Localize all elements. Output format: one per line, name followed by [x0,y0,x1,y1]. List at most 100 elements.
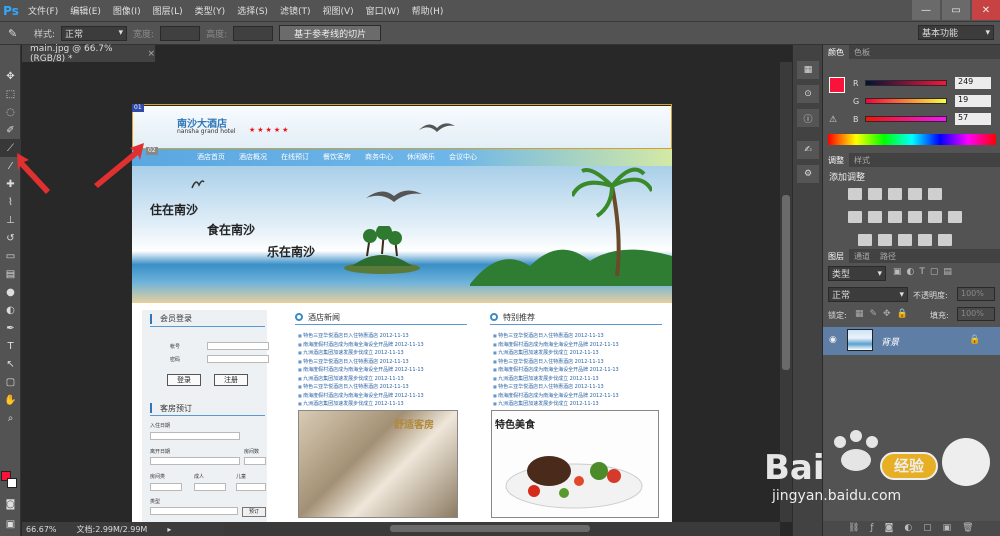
login-button[interactable]: 登录 [167,374,201,386]
list-item[interactable]: 九洲酒店集团加速发展步伐成立 2012-11-13 [493,400,661,409]
adults-input[interactable] [194,483,226,491]
list-item[interactable]: 南海度假村酒店成为南海全海设全开品牌 2012-11-13 [298,341,466,350]
slice-tool-icon[interactable]: ✎ [8,27,28,40]
quick-mask-icon[interactable]: ◙ [0,495,21,513]
list-item[interactable]: 九洲酒店集团加速发展步伐成立 2012-11-13 [298,349,466,358]
room-type-input[interactable] [150,483,182,491]
actions-panel-icon[interactable]: ⊙ [797,85,819,103]
list-item[interactable]: 南海度假村酒店成为南海全海设全开品牌 2012-11-13 [298,392,466,401]
info-panel-icon[interactable]: ⓘ [797,109,819,127]
layers-footer-icons[interactable]: ⛓ƒ◙◐▢▣🗑 [823,521,1000,536]
tab-channels[interactable]: 通道 [849,249,875,263]
nav-leisure[interactable]: 休闲娱乐 [400,152,442,162]
foreground-color-preview[interactable] [829,77,845,93]
brush-panel-icon[interactable]: ✍ [797,141,819,159]
list-item[interactable]: 特色三亚华悦酒店日入住特惠酒店 2012-11-13 [493,332,661,341]
type-tool-icon[interactable]: T [0,337,21,355]
zoom-level[interactable]: 66.67% [26,525,57,534]
visibility-eye-icon[interactable]: ◉ [829,335,837,345]
layer-filter-icons[interactable]: ▣◐T▢▤ [893,267,957,277]
list-item[interactable]: 南海度假村酒店成为南海全海设全开品牌 2012-11-13 [493,341,661,350]
brightness-icon[interactable] [848,188,862,200]
background-color-swatch[interactable] [7,478,17,488]
menu-layer[interactable]: 图层(L) [147,4,189,17]
menu-type[interactable]: 类型(Y) [189,4,232,17]
stamp-tool-icon[interactable]: ⊥ [0,211,21,229]
lock-icons[interactable]: ▦✎✥🔒 [855,309,914,319]
fill-input[interactable]: 100% [957,307,995,321]
checkin-input[interactable] [150,432,240,440]
blue-slider[interactable]: B 57 [853,113,991,125]
width-field[interactable] [160,25,201,41]
document-tab[interactable]: main.jpg @ 66.7%(RGB/8) * × [22,44,156,64]
exposure-icon[interactable] [908,188,922,200]
marquee-tool-icon[interactable]: ⬚ [0,85,21,103]
color-lookup-icon[interactable] [948,211,962,223]
color-spectrum[interactable] [828,134,996,145]
hand-tool-icon[interactable]: ✋ [0,391,21,409]
slice-badge-1[interactable]: 01 [132,104,144,112]
menu-view[interactable]: 视图(V) [316,4,359,17]
move-tool-icon[interactable]: ✥ [0,67,21,85]
opacity-input[interactable]: 100% [957,287,995,301]
list-item[interactable]: 特色三亚华悦酒店日入住特惠酒店 2012-11-13 [493,383,661,392]
green-slider-track[interactable] [865,98,947,104]
height-field[interactable] [233,25,274,41]
history-panel-icon[interactable]: ▦ [797,61,819,79]
list-item[interactable]: 九洲酒店集团加速发展步伐成立 2012-11-13 [298,400,466,409]
booking-submit-button[interactable]: 预订 [242,507,266,517]
channel-mixer-icon[interactable] [928,211,942,223]
list-item[interactable]: 南海度假村酒店成为南海全海设全开品牌 2012-11-13 [493,366,661,375]
vertical-scroll-thumb[interactable] [782,195,790,370]
status-menu-arrow-icon[interactable]: ▸ [167,525,171,534]
style-select[interactable]: 正常 ▾ [61,25,128,41]
dodge-tool-icon[interactable]: ◐ [0,301,21,319]
list-item[interactable]: 特色三亚华悦酒店日入住特惠酒店 2012-11-13 [298,358,466,367]
tab-swatches[interactable]: 色板 [849,45,875,59]
red-slider-track[interactable] [865,80,947,86]
layer-filter-select[interactable]: 类型 ▾ [828,266,886,281]
menu-image[interactable]: 图像(I) [107,4,147,17]
tab-layers[interactable]: 图层 [823,249,849,263]
list-item[interactable]: 特色三亚华悦酒店日入住特惠酒店 2012-11-13 [298,332,466,341]
close-tab-icon[interactable]: × [147,49,155,59]
tab-paths[interactable]: 路径 [875,249,901,263]
register-button[interactable]: 注册 [214,374,248,386]
slice-selection[interactable] [132,104,672,149]
document-canvas[interactable]: 南沙大酒店 nansha grand hotel ★★★★★ 酒店首页 酒店概况… [132,106,672,522]
threshold-icon[interactable] [898,234,912,246]
layer-name[interactable]: 背景 [881,335,899,348]
rooms-input[interactable] [244,457,266,465]
shape-tool-icon[interactable]: ▢ [0,373,21,391]
blur-tool-icon[interactable]: ● [0,283,21,301]
menu-help[interactable]: 帮助(H) [406,4,450,17]
green-value-input[interactable]: 19 [955,95,991,107]
list-item[interactable]: 特色三亚华悦酒店日入住特惠酒店 2012-11-13 [298,383,466,392]
gradient-map-icon[interactable] [938,234,952,246]
password-input[interactable] [207,355,269,363]
color-balance-icon[interactable] [868,211,882,223]
nav-home[interactable]: 酒店首页 [190,152,232,162]
menu-file[interactable]: 文件(F) [22,4,64,17]
restore-button[interactable]: ▭ [942,0,970,20]
list-item[interactable]: 南海度假村酒店成为南海全海设全开品牌 2012-11-13 [298,366,466,375]
curves-icon[interactable] [888,188,902,200]
checkout-input[interactable] [150,457,240,465]
nav-business[interactable]: 商务中心 [358,152,400,162]
horizontal-scroll-thumb[interactable] [390,525,590,532]
screen-mode-icon[interactable]: ▣ [0,515,21,533]
posterize-icon[interactable] [878,234,892,246]
minimize-button[interactable]: — [912,0,940,20]
selective-color-icon[interactable] [918,234,932,246]
slices-from-guides-button[interactable]: 基于参考线的切片 [279,25,382,41]
levels-icon[interactable] [868,188,882,200]
workspace-select[interactable]: 基本功能 ▾ [918,25,994,40]
menu-select[interactable]: 选择(S) [231,4,274,17]
eraser-tool-icon[interactable]: ▭ [0,247,21,265]
menu-filter[interactable]: 滤镜(T) [274,4,317,17]
nav-dining[interactable]: 餐饮客房 [316,152,358,162]
menu-window[interactable]: 窗口(W) [360,4,406,17]
list-item[interactable]: 九洲酒店集团加速发展步伐成立 2012-11-13 [298,375,466,384]
invert-icon[interactable] [858,234,872,246]
menu-edit[interactable]: 编辑(E) [64,4,107,17]
